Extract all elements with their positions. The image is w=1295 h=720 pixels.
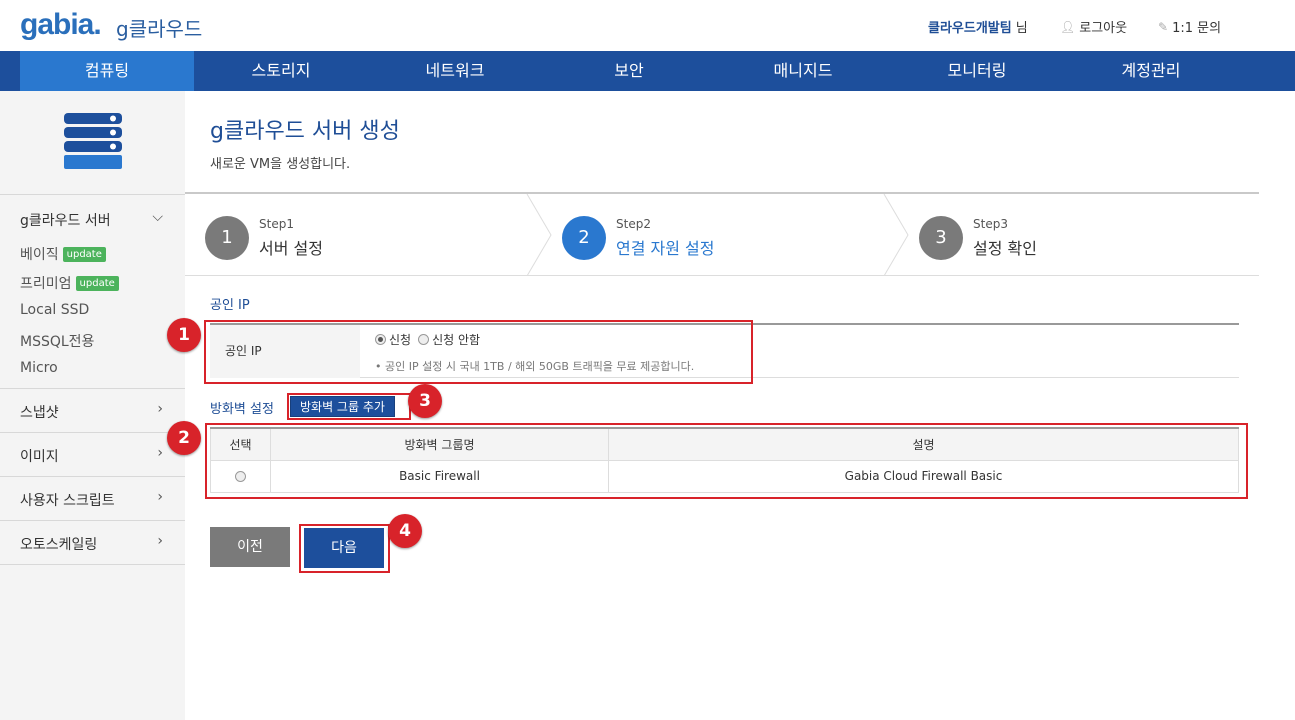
sidebar-item-basic[interactable]: 베이직 update [20,244,106,264]
inquiry-link[interactable]: ✎ 1:1 문의 [1158,17,1222,37]
annotation-marker-2: 2 [167,421,201,455]
chevron-right-icon: › [157,533,163,549]
inquiry-label: 1:1 문의 [1172,21,1222,36]
update-badge: update [75,275,119,291]
chevron-right-icon: › [157,401,163,417]
firewall-heading: 방화벽 설정 [210,402,274,417]
chevron-right-icon: › [157,445,163,461]
sidebar-item-label: 프리미엄 [20,276,72,292]
sidebar-server-title[interactable]: g클라우드 서버 [20,210,111,230]
step-label: Step2 [616,217,651,231]
public-ip-no-apply-label[interactable]: 신청 안함 [432,331,480,348]
firewall-group-name: Basic Firewall [270,459,609,493]
step-divider [883,194,909,276]
public-ip-heading: 공인 IP [210,298,250,313]
firewall-select-radio[interactable] [235,471,246,483]
row-select-cell [210,459,271,493]
sidebar-item-label: 이미지 [20,449,59,465]
sidebar-item-user-script[interactable]: 사용자 스크립트 › [0,476,185,520]
sidebar-item-micro[interactable]: Micro [20,360,58,376]
sidebar-item-snapshot[interactable]: 스냅샷 › [0,388,185,432]
prev-button[interactable]: 이전 [210,527,290,567]
sidebar-item-label: 오토스케일링 [20,537,98,553]
column-header-description: 설명 [608,428,1239,461]
main-nav: 컴퓨팅 스토리지 네트워크 보안 매니지드 모니터링 계정관리 [0,51,1295,91]
update-badge: update [62,246,106,262]
nav-monitoring[interactable]: 모니터링 [890,51,1064,91]
team-suffix: 님 [1015,21,1028,36]
nav-account[interactable]: 계정관리 [1064,51,1238,91]
public-ip-table: 공인 IP 신청 신청 안함 • 공인 IP 설정 시 국내 1TB / 해외 … [210,323,1239,378]
step-divider [526,194,552,276]
chevron-right-icon: › [157,489,163,505]
annotation-marker-3: 3 [408,384,442,418]
step-name: 서버 설정 [259,239,323,258]
nav-security[interactable]: 보안 [542,51,716,91]
step-number: 3 [919,216,963,260]
annotation-marker-1: 1 [167,318,201,352]
nav-network[interactable]: 네트워크 [368,51,542,91]
add-firewall-group-button[interactable]: 방화벽 그룹 추가 [290,396,395,417]
page-title: g클라우드 서버 생성 [210,119,400,144]
column-header-group-name: 방화벽 그룹명 [270,428,609,461]
nav-storage[interactable]: 스토리지 [194,51,368,91]
sidebar-item-autoscaling[interactable]: 오토스케일링 › [0,520,185,565]
table-header-row: 선택 방화벽 그룹명 설명 [210,428,1239,461]
nav-computing[interactable]: 컴퓨팅 [20,51,194,91]
step-label: Step1 [259,217,294,231]
public-ip-no-apply-radio[interactable] [418,334,430,345]
public-ip-options: 신청 신청 안함 [375,331,480,348]
step-number: 1 [205,216,249,260]
step-2: 2 Step2 연결 자원 설정 [562,194,882,276]
gabia-logo[interactable]: gabia. [20,8,102,42]
annotation-marker-4: 4 [388,514,422,548]
gcloud-logo-text[interactable]: g클라우드 [116,13,202,42]
step-1: 1 Step1 서버 설정 [205,194,525,276]
public-ip-row-label: 공인 IP [210,325,360,378]
logout-label: 로그아웃 [1079,21,1128,36]
sidebar-item-label: 스냅샷 [20,405,59,421]
sidebar-item-image[interactable]: 이미지 › [0,432,185,476]
server-icon [64,113,122,169]
step-name: 연결 자원 설정 [616,239,715,258]
firewall-description: Gabia Cloud Firewall Basic [608,459,1239,493]
team-name-label: 클라우드개발팀 [928,21,1012,36]
public-ip-apply-label[interactable]: 신청 [389,331,411,348]
edit-icon: ✎ [1158,19,1169,34]
next-button[interactable]: 다음 [304,528,384,568]
step-label: Step3 [973,217,1008,231]
logout-link[interactable]: 👤︎ 로그아웃 [1060,17,1128,37]
sidebar-server-section: g클라우드 서버 ⌵ 베이직 update 프리미엄 update Local … [0,194,185,388]
public-ip-note: • 공인 IP 설정 시 국내 1TB / 해외 50GB 트래픽을 무료 제공… [375,360,695,373]
sidebar-item-label: 베이직 [20,247,59,263]
step-number: 2 [562,216,606,260]
chevron-down-icon[interactable]: ⌵ [152,209,163,225]
header: gabia. g클라우드 클라우드개발팀 님 👤︎ 로그아웃 ✎ 1:1 문의 [0,0,1295,51]
main-content: g클라우드 서버 생성 새로운 VM을 생성합니다. 1 Step1 서버 설정… [185,91,1295,720]
step-name: 설정 확인 [973,239,1037,258]
sidebar-item-mssql[interactable]: MSSQL전용 [20,331,94,351]
step-progress: 1 Step1 서버 설정 2 Step2 연결 자원 설정 3 Step3 설… [185,192,1259,276]
firewall-table: 선택 방화벽 그룹명 설명 Basic Firewall Gabia Cloud… [210,427,1239,493]
column-header-select: 선택 [210,428,271,461]
sidebar-item-label: 사용자 스크립트 [20,493,115,509]
user-icon: 👤︎ [1060,19,1076,34]
nav-managed[interactable]: 매니지드 [716,51,890,91]
sidebar-item-premium[interactable]: 프리미엄 update [20,273,119,293]
page-description: 새로운 VM을 생성합니다. [210,157,351,172]
team-name[interactable]: 클라우드개발팀 님 [928,17,1028,36]
sidebar: g클라우드 서버 ⌵ 베이직 update 프리미엄 update Local … [0,91,185,720]
sidebar-item-local-ssd[interactable]: Local SSD [20,302,89,318]
table-row[interactable]: Basic Firewall Gabia Cloud Firewall Basi… [210,459,1239,493]
public-ip-apply-radio[interactable] [375,334,386,345]
step-3: 3 Step3 설정 확인 [919,194,1239,276]
